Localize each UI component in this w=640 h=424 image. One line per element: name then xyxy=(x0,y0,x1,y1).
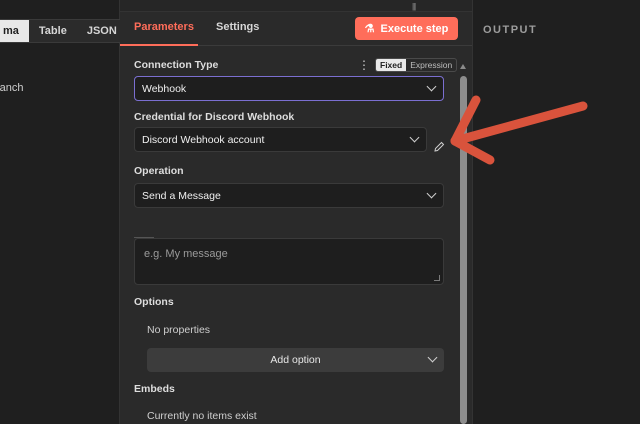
credential-value: Discord Webhook account xyxy=(142,133,265,146)
mode-segment: Fixed Expression xyxy=(375,58,458,72)
add-option-label: Add option xyxy=(270,354,321,366)
tab-settings[interactable]: Settings xyxy=(216,21,259,33)
operation-select[interactable]: Send a Message xyxy=(134,183,444,208)
output-title: OUTPUT xyxy=(483,24,538,36)
output-panel: OUTPUT xyxy=(472,0,640,424)
message-placeholder: e.g. My message xyxy=(144,248,228,260)
chevron-down-icon xyxy=(426,188,437,199)
scroll-up-arrow-icon[interactable] xyxy=(460,64,466,69)
chevron-down-icon xyxy=(426,81,437,92)
panel-tabs: Parameters Settings ⚗ Execute step xyxy=(120,12,472,46)
tab-parameters[interactable]: Parameters xyxy=(134,21,194,33)
mode-expression-button[interactable]: Expression xyxy=(406,59,456,71)
chevron-down-icon xyxy=(427,352,438,363)
tab-table[interactable]: Table xyxy=(29,20,77,42)
edit-credential-pencil-icon[interactable] xyxy=(433,141,445,153)
view-mode-tabs: ma Table JSON xyxy=(0,19,128,43)
scrollbar-thumb[interactable] xyxy=(460,76,467,424)
resize-handle-icon[interactable] xyxy=(434,275,440,281)
embeds-label: Embeds xyxy=(134,383,175,395)
parameters-panel: Parameters Settings ⚗ Execute step Conne… xyxy=(120,12,472,424)
active-tab-indicator xyxy=(120,44,198,46)
chevron-down-icon xyxy=(409,132,420,143)
drag-handle-icon[interactable]: ||| xyxy=(412,2,420,11)
options-empty-text: No properties xyxy=(147,324,211,336)
fixed-expression-toggle: ⋮ Fixed Expression xyxy=(358,58,458,72)
add-option-button[interactable]: Add option xyxy=(147,348,444,372)
operation-value: Send a Message xyxy=(142,189,221,202)
credential-select[interactable]: Discord Webhook account xyxy=(134,127,427,152)
tab-schema[interactable]: ma xyxy=(0,20,29,42)
more-options-icon[interactable]: ⋮ xyxy=(358,58,370,72)
embeds-empty-text: Currently no items exist xyxy=(147,410,257,422)
flask-icon: ⚗ xyxy=(364,23,375,35)
panel-top-strip: ||| xyxy=(120,0,472,12)
options-label: Options xyxy=(134,296,174,308)
input-panel: ma Table JSON ranch xyxy=(0,0,128,424)
message-textarea[interactable]: e.g. My message xyxy=(134,238,444,285)
credential-label: Credential for Discord Webhook xyxy=(134,111,295,123)
connection-type-select[interactable]: Webhook xyxy=(134,76,444,101)
execute-step-button[interactable]: ⚗ Execute step xyxy=(355,17,458,40)
operation-label: Operation xyxy=(134,165,184,177)
execute-step-label: Execute step xyxy=(380,22,449,35)
connection-type-value: Webhook xyxy=(142,82,187,95)
scrollbar[interactable] xyxy=(460,64,467,424)
connection-type-label: Connection Type xyxy=(134,59,219,71)
mode-fixed-button[interactable]: Fixed xyxy=(376,59,407,71)
branch-label: ranch xyxy=(0,82,24,94)
